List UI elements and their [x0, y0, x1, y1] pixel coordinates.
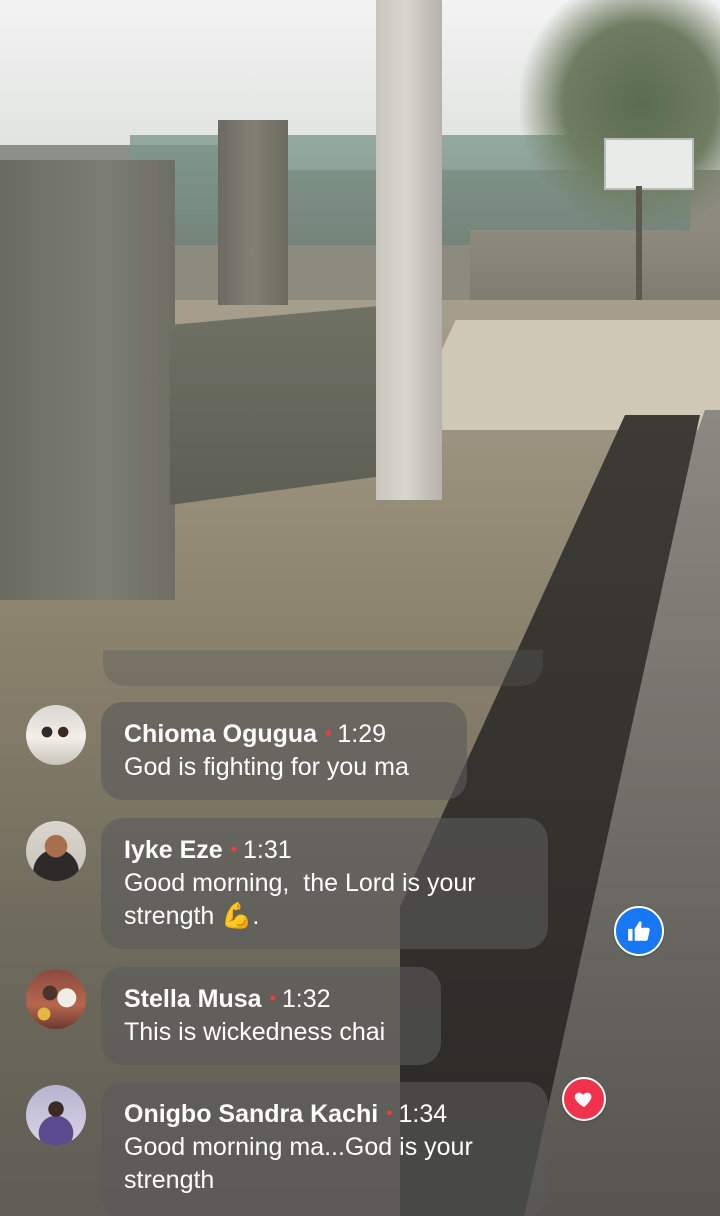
video-trees [520, 0, 720, 230]
comment-time: 1:34 [398, 1100, 448, 1128]
comment-author[interactable]: Iyke Eze [124, 836, 223, 864]
love-reaction[interactable] [562, 1077, 606, 1121]
separator-dot: • [325, 723, 332, 743]
avatar[interactable] [26, 969, 86, 1029]
comment-bubble[interactable]: Onigbo Sandra Kachi • 1:34 Good morning ma… [101, 1082, 548, 1216]
avatar[interactable] [26, 1085, 86, 1145]
video-signboard [604, 138, 694, 190]
like-reaction[interactable] [614, 906, 664, 956]
comment-author[interactable]: Onigbo Sandra Kachi [124, 1100, 378, 1128]
thumbs-up-icon [628, 921, 650, 941]
comment-header: Onigbo Sandra Kachi • 1:34 [124, 1096, 526, 1131]
separator-dot: • [386, 1103, 393, 1123]
comment-bubble[interactable]: Stella Musa • 1:32 This is wickedness chai [101, 967, 441, 1065]
separator-dot: • [269, 988, 276, 1008]
comment-time: 1:32 [281, 985, 331, 1013]
avatar[interactable] [26, 705, 86, 765]
video-pole [376, 0, 442, 500]
video-left-wall [0, 160, 175, 600]
video-mid-wall [170, 305, 390, 505]
comment-bubble[interactable]: Chioma Ogugua • 1:29 God is fighting for y… [101, 702, 467, 800]
video-sand-path [404, 320, 720, 430]
heart-icon [574, 1092, 592, 1108]
comment-text: God is fighting for you ma [124, 753, 409, 781]
video-signpost [636, 186, 642, 316]
comment-text: Good morning, the Lord is your strength … [124, 869, 483, 930]
comment-author[interactable]: Chioma Ogugua [124, 720, 317, 748]
avatar[interactable] [26, 821, 86, 881]
comment-text: This is wickedness chai [124, 1018, 386, 1046]
live-video-stage[interactable]: Chioma Ogugua • 1:29 God is fighting for y… [0, 0, 720, 1216]
comment-author[interactable]: Stella Musa [124, 985, 262, 1013]
comment-time: 1:29 [337, 720, 387, 748]
video-pillar [218, 120, 288, 305]
separator-dot: • [230, 839, 237, 859]
previous-comment-fade [103, 650, 543, 686]
comment-header: Chioma Ogugua • 1:29 [124, 716, 445, 751]
comment-header: Iyke Eze • 1:31 [124, 832, 526, 867]
comment-header: Stella Musa • 1:32 [124, 981, 419, 1016]
comment-text: Good morning ma...God is your strength [124, 1133, 480, 1194]
comment-bubble[interactable]: Iyke Eze • 1:31 Good morning, the Lord is … [101, 818, 548, 949]
comment-time: 1:31 [243, 836, 292, 864]
